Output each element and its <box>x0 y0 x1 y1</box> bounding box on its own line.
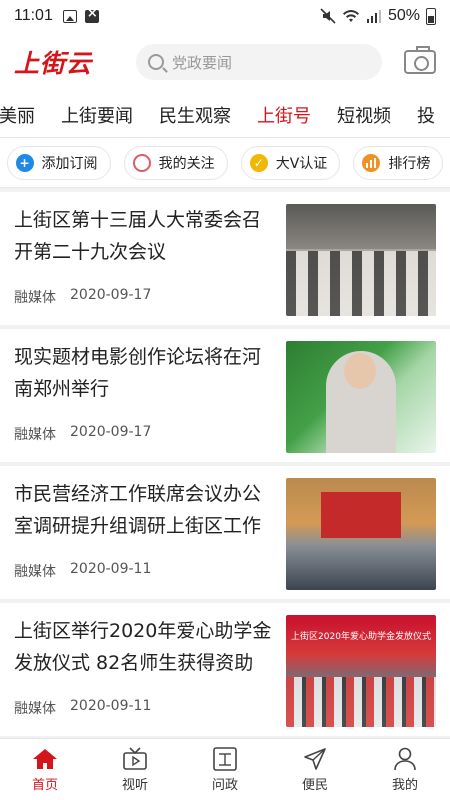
news-title: 市民营经济工作联席会议办公室调研提升组调研上街区工作 <box>14 483 262 537</box>
news-source: 融媒体 <box>14 290 56 306</box>
nav-politics[interactable]: 问政 <box>180 739 270 800</box>
list-item[interactable]: 上街区举行2020年爱心助学金发放仪式 82名师生获得资助 融媒体 2020-0… <box>0 603 450 740</box>
ring-icon <box>132 153 151 172</box>
news-source: 融媒体 <box>14 564 56 580</box>
add-subscription-label: 添加订阅 <box>41 155 98 172</box>
app-header: 上街云 党政要闻 <box>0 32 450 92</box>
news-meta: 融媒体 2020-09-17 <box>14 424 274 444</box>
gallery-notification-icon <box>62 9 77 23</box>
bigv-verify-label: 大V认证 <box>275 155 328 172</box>
tv-icon <box>122 746 148 771</box>
tab-meili[interactable]: 美丽 <box>0 102 48 128</box>
bar-chart-icon <box>362 153 381 172</box>
news-date: 2020-09-17 <box>70 287 152 303</box>
search-input[interactable]: 党政要闻 <box>136 44 382 80</box>
tab-shangjie-news[interactable]: 上街要闻 <box>48 102 146 128</box>
tab-shangjie-hao[interactable]: 上街号 <box>244 102 324 128</box>
home-icon <box>32 747 58 771</box>
nav-home[interactable]: 首页 <box>0 739 90 800</box>
news-title: 现实题材电影创作论坛将在河南郑州举行 <box>14 346 262 400</box>
wifi-icon <box>342 10 359 22</box>
nav-home-label: 首页 <box>31 777 58 793</box>
news-title: 上街区举行2020年爱心助学金发放仪式 82名师生获得资助 <box>14 620 272 674</box>
news-date: 2020-09-11 <box>70 561 152 577</box>
status-bar: 11:01 50% <box>0 0 450 32</box>
news-text: 市民营经济工作联席会议办公室调研提升组调研上街区工作 融媒体 2020-09-1… <box>14 478 286 599</box>
list-item[interactable]: 现实题材电影创作论坛将在河南郑州举行 融媒体 2020-09-17 <box>0 329 450 466</box>
channel-tabs: 美丽 上街要闻 民生观察 上街号 短视频 投 <box>0 92 450 138</box>
plus-icon: + <box>15 153 34 172</box>
nav-services[interactable]: 便民 <box>270 739 360 800</box>
news-thumbnail[interactable] <box>286 204 436 316</box>
tab-minsheng[interactable]: 民生观察 <box>146 102 244 128</box>
signal-icon <box>366 10 381 23</box>
nav-media[interactable]: 视听 <box>90 739 180 800</box>
news-date: 2020-09-17 <box>70 424 152 440</box>
mute-icon <box>320 8 336 24</box>
my-follow-button[interactable]: 我的关注 <box>123 145 228 180</box>
close-notification-icon <box>84 6 99 23</box>
tab-tou[interactable]: 投 <box>404 102 448 128</box>
news-title: 上街区第十三届人大常委会召开第二十九次会议 <box>14 209 262 263</box>
search-icon <box>148 54 164 70</box>
ranking-button[interactable]: 排行榜 <box>353 145 444 180</box>
list-item[interactable]: 上街区第十三届人大常委会召开第二十九次会议 融媒体 2020-09-17 <box>0 192 450 329</box>
bottom-nav: 首页 视听 问政 便民 我的 <box>0 738 450 800</box>
news-source: 融媒体 <box>14 701 56 717</box>
nav-media-label: 视听 <box>121 777 148 793</box>
news-thumbnail[interactable] <box>286 478 436 590</box>
tab-short-video[interactable]: 短视频 <box>324 102 404 128</box>
news-thumbnail[interactable] <box>286 341 436 453</box>
news-meta: 融媒体 2020-09-17 <box>14 287 274 307</box>
quick-actions: + 添加订阅 我的关注 ✓ 大V认证 排行榜 <box>0 138 450 188</box>
news-text: 现实题材电影创作论坛将在河南郑州举行 融媒体 2020-09-17 <box>14 341 286 462</box>
send-icon <box>302 747 328 771</box>
news-meta: 融媒体 2020-09-11 <box>14 561 274 581</box>
nav-services-label: 便民 <box>301 777 328 793</box>
zheng-icon <box>212 746 238 771</box>
battery-icon <box>426 7 436 25</box>
news-text: 上街区举行2020年爱心助学金发放仪式 82名师生获得资助 融媒体 2020-0… <box>14 615 286 736</box>
news-text: 上街区第十三届人大常委会召开第二十九次会议 融媒体 2020-09-17 <box>14 204 286 325</box>
user-icon <box>392 747 418 771</box>
nav-politics-label: 问政 <box>211 777 238 793</box>
ranking-label: 排行榜 <box>388 155 431 172</box>
news-list: 上街区第十三届人大常委会召开第二十九次会议 融媒体 2020-09-17 现实题… <box>0 192 450 740</box>
status-right: 50% <box>320 7 436 25</box>
status-time: 11:01 <box>14 7 53 24</box>
nav-profile-label: 我的 <box>391 777 418 793</box>
camera-icon[interactable] <box>404 46 436 74</box>
thumbnail-banner-text: 上街区2020年爱心助学金发放仪式 <box>291 632 431 642</box>
v-badge-icon: ✓ <box>249 153 268 172</box>
my-follow-label: 我的关注 <box>158 155 215 172</box>
news-meta: 融媒体 2020-09-11 <box>14 698 274 718</box>
news-thumbnail[interactable]: 上街区2020年爱心助学金发放仪式 <box>286 615 436 727</box>
news-source: 融媒体 <box>14 427 56 443</box>
battery-text: 50% <box>387 7 420 24</box>
add-subscription-button[interactable]: + 添加订阅 <box>6 145 111 180</box>
bigv-verify-button[interactable]: ✓ 大V认证 <box>240 145 341 180</box>
list-item[interactable]: 市民营经济工作联席会议办公室调研提升组调研上街区工作 融媒体 2020-09-1… <box>0 466 450 603</box>
nav-profile[interactable]: 我的 <box>360 739 450 800</box>
news-date: 2020-09-11 <box>70 698 152 714</box>
search-placeholder: 党政要闻 <box>172 53 233 72</box>
app-logo: 上街云 <box>14 49 93 78</box>
